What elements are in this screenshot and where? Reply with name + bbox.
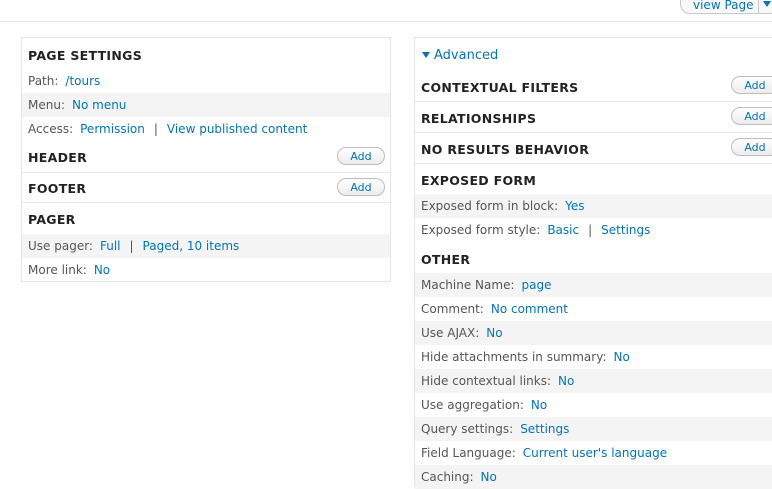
other-row-machine-name: Machine Name: page bbox=[415, 273, 772, 297]
other-row-link[interactable]: No bbox=[531, 398, 547, 412]
other-title: OTHER bbox=[421, 251, 471, 267]
other-row-label: Hide contextual links: bbox=[421, 374, 552, 388]
other-row-link[interactable]: No comment bbox=[491, 302, 568, 316]
other-row-link[interactable]: No bbox=[486, 326, 502, 340]
access-label: Access: bbox=[28, 122, 74, 136]
other-row-link[interactable]: Settings bbox=[520, 422, 569, 436]
other-row-link[interactable]: Current user's language bbox=[523, 446, 667, 460]
other-row-label: Machine Name: bbox=[421, 278, 515, 292]
advanced-toggle[interactable]: Advanced bbox=[422, 46, 498, 64]
page-settings-title: PAGE SETTINGS bbox=[28, 47, 142, 63]
menu-label: Menu: bbox=[28, 98, 65, 112]
divider bbox=[415, 132, 772, 133]
pager-options-link[interactable]: Paged, 10 items bbox=[143, 239, 240, 253]
exposed-form-title: EXPOSED FORM bbox=[421, 172, 537, 188]
path-row: Path: /tours bbox=[22, 69, 390, 93]
other-row-link[interactable]: No bbox=[614, 350, 630, 364]
no-results-add-button[interactable]: Add bbox=[731, 138, 772, 156]
separator: | bbox=[588, 223, 593, 237]
separator: | bbox=[153, 122, 158, 136]
other-row-caching: Caching: No bbox=[415, 465, 772, 489]
other-row-link[interactable]: No bbox=[558, 374, 574, 388]
use-pager-link[interactable]: Full bbox=[100, 239, 121, 253]
separator: | bbox=[129, 239, 134, 253]
exposed-style-label: Exposed form style: bbox=[421, 223, 541, 237]
exposed-in-block-row: Exposed form in block: Yes bbox=[415, 194, 772, 218]
other-row-label: Field Language: bbox=[421, 446, 516, 460]
footer-section-title: FOOTER bbox=[28, 180, 87, 196]
exposed-style-link[interactable]: Basic bbox=[547, 223, 579, 237]
footer-add-button[interactable]: Add bbox=[337, 178, 385, 196]
other-row-label: Caching: bbox=[421, 470, 474, 484]
other-row-label: Comment: bbox=[421, 302, 484, 316]
other-row-query-settings: Query settings: Settings bbox=[415, 417, 772, 441]
view-page-divider bbox=[758, 0, 759, 13]
no-results-title: NO RESULTS BEHAVIOR bbox=[421, 141, 590, 157]
exposed-style-settings-link[interactable]: Settings bbox=[601, 223, 650, 237]
path-link[interactable]: /tours bbox=[65, 74, 100, 88]
exposed-in-block-link[interactable]: Yes bbox=[565, 199, 584, 213]
access-settings-link[interactable]: View published content bbox=[167, 122, 307, 136]
top-bar: view Page bbox=[0, 0, 772, 22]
other-row-link[interactable]: No bbox=[481, 470, 497, 484]
other-row-label: Hide attachments in summary: bbox=[421, 350, 607, 364]
right-column: Advanced CONTEXTUAL FILTERS Add RELATION… bbox=[414, 37, 772, 489]
menu-row: Menu: No menu bbox=[22, 93, 390, 117]
other-row-link[interactable]: page bbox=[522, 278, 552, 292]
other-row-use-ajax: Use AJAX: No bbox=[415, 321, 772, 345]
other-row-label: Use aggregation: bbox=[421, 398, 524, 412]
relationships-title: RELATIONSHIPS bbox=[421, 110, 537, 126]
divider bbox=[22, 202, 390, 203]
access-row: Access: Permission | View published cont… bbox=[22, 117, 390, 141]
pager-section-title: PAGER bbox=[28, 211, 76, 227]
more-link-value[interactable]: No bbox=[94, 263, 110, 277]
other-row-hide-attachments: Hide attachments in summary: No bbox=[415, 345, 772, 369]
header-add-button[interactable]: Add bbox=[337, 147, 385, 165]
menu-link[interactable]: No menu bbox=[72, 98, 126, 112]
other-row-comment: Comment: No comment bbox=[415, 297, 772, 321]
view-page-label[interactable]: view Page bbox=[681, 0, 754, 12]
path-label: Path: bbox=[28, 74, 59, 88]
other-row-label: Use AJAX: bbox=[421, 326, 480, 340]
contextual-filters-add-button[interactable]: Add bbox=[731, 76, 772, 94]
other-row-use-aggregation: Use aggregation: No bbox=[415, 393, 772, 417]
other-row-field-language: Field Language: Current user's language bbox=[415, 441, 772, 465]
triangle-down-icon bbox=[422, 52, 430, 58]
exposed-style-row: Exposed form style: Basic | Settings bbox=[415, 218, 772, 242]
relationships-add-button[interactable]: Add bbox=[731, 107, 772, 125]
other-row-hide-contextual-links: Hide contextual links: No bbox=[415, 369, 772, 393]
other-row-label: Query settings: bbox=[421, 422, 514, 436]
more-link-label: More link: bbox=[28, 263, 87, 277]
divider bbox=[22, 172, 390, 173]
divider bbox=[415, 101, 772, 102]
access-permission-link[interactable]: Permission bbox=[80, 122, 145, 136]
use-pager-label: Use pager: bbox=[28, 239, 93, 253]
chevron-down-icon[interactable] bbox=[763, 1, 771, 7]
exposed-in-block-label: Exposed form in block: bbox=[421, 199, 559, 213]
use-pager-row: Use pager: Full | Paged, 10 items bbox=[22, 234, 390, 258]
left-column: PAGE SETTINGS Path: /tours Menu: No menu… bbox=[21, 37, 391, 282]
header-section-title: HEADER bbox=[28, 149, 88, 165]
advanced-label[interactable]: Advanced bbox=[434, 48, 498, 63]
contextual-filters-title: CONTEXTUAL FILTERS bbox=[421, 79, 579, 95]
divider bbox=[415, 163, 772, 164]
view-page-button[interactable]: view Page bbox=[680, 0, 772, 14]
more-link-row: More link: No bbox=[22, 258, 390, 282]
